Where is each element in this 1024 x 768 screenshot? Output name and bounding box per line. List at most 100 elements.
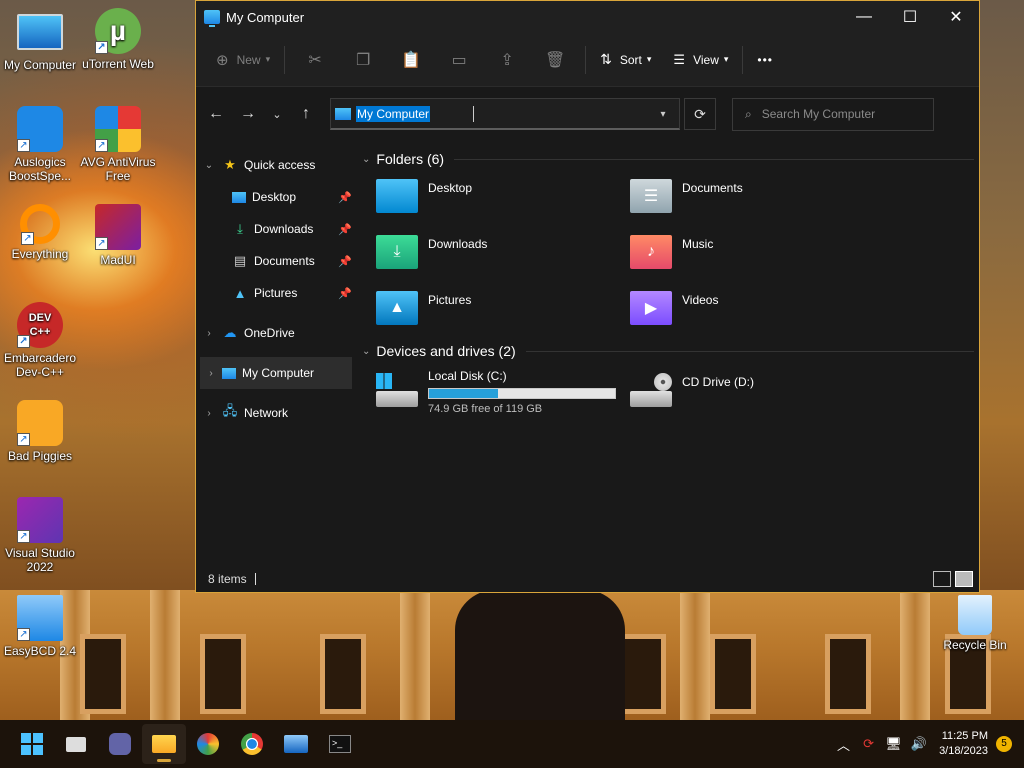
drive-name: Local Disk (C:)	[428, 369, 507, 383]
copy-button[interactable]: ❐	[339, 42, 387, 78]
clock-date: 3/18/2023	[939, 745, 988, 757]
folder-pictures[interactable]: ▲ Pictures	[376, 291, 630, 329]
file-explorer-window[interactable]: My Computer — ☐ ✕ ⊕ New ▾ ✂ ❐ 📋 ▭ ⇪ 🗑 ⇅ …	[195, 0, 980, 593]
desktop-icon-label: Embarcadero Dev-C++	[3, 351, 77, 379]
more-options-button[interactable]: •••	[749, 42, 781, 78]
file-explorer-taskbar-button[interactable]	[142, 724, 186, 764]
folder-downloads[interactable]: ⤓ Downloads	[376, 235, 630, 273]
close-button[interactable]: ✕	[933, 2, 979, 32]
desktop-icon-madui[interactable]: ↗ MadUI	[78, 204, 158, 267]
task-view-icon	[66, 736, 86, 752]
drives-grid: Local Disk (C:) 74.9 GB free of 119 GB C…	[376, 369, 979, 417]
refresh-button[interactable]: ⟳	[684, 98, 716, 130]
drives-section-header[interactable]: ⌄ Devices and drives (2)	[362, 339, 974, 363]
clock[interactable]: 11:25 PM 3/18/2023	[939, 729, 988, 759]
folder-desktop[interactable]: Desktop	[376, 179, 630, 217]
network-status-icon[interactable]: 🖥	[881, 736, 906, 752]
nav-label: Pictures	[254, 286, 298, 300]
section-title: Devices and drives (2)	[376, 343, 516, 359]
folder-videos[interactable]: ▶ Videos	[630, 291, 884, 329]
paint-taskbar-button[interactable]	[186, 724, 230, 764]
desktop-icon	[232, 191, 246, 203]
paste-button[interactable]: 📋	[387, 42, 435, 78]
title-bar[interactable]: My Computer — ☐ ✕	[196, 1, 979, 33]
details-view-button[interactable]	[933, 571, 951, 587]
desktop-icon-recycle-bin[interactable]: Recycle Bin	[935, 595, 1015, 652]
nav-quick-access[interactable]: ⌄ ★ Quick access	[196, 149, 356, 181]
drive-free-space: 74.9 GB free of 119 GB	[428, 403, 543, 415]
system-tray: ︿ ⟳ 🖥 🔊 11:25 PM 3/18/2023 5	[831, 720, 1024, 768]
address-bar[interactable]: My Computer ▾	[330, 98, 680, 130]
nav-item-pictures[interactable]: ▲ Pictures 📌	[196, 277, 356, 309]
devcpp-icon: DEV C++ ↗	[17, 302, 63, 348]
folder-music[interactable]: ♪ Music	[630, 235, 884, 273]
sort-icon: ⇅	[600, 51, 612, 67]
chrome-taskbar-button[interactable]	[230, 724, 274, 764]
delete-button[interactable]: 🗑	[531, 42, 579, 78]
shortcut-arrow-icon: ↗	[21, 232, 34, 245]
nav-item-desktop[interactable]: Desktop 📌	[196, 181, 356, 213]
view-label: View	[693, 52, 719, 67]
desktop-icon-auslogics[interactable]: ↗ Auslogics BoostSpe...	[0, 106, 80, 183]
show-hidden-icons-button[interactable]: ︿	[831, 735, 856, 754]
arrow-up-icon: ↑	[302, 105, 310, 122]
nav-network[interactable]: › 🖧 Network	[196, 397, 356, 429]
search-box[interactable]: ⌕ Search My Computer	[732, 97, 934, 131]
forward-button[interactable]: →	[232, 99, 264, 129]
chevron-down-icon: ⌄	[272, 108, 282, 121]
computer-icon	[335, 107, 351, 120]
terminal-taskbar-button[interactable]: >_	[318, 724, 362, 764]
window-title: My Computer	[226, 9, 305, 25]
desktop-icon-utorrent[interactable]: µ ↗ uTorrent Web	[78, 8, 158, 71]
view-button[interactable]: ☰ View ▾	[665, 42, 736, 78]
rename-button[interactable]: ▭	[435, 42, 483, 78]
address-history-button[interactable]: ▾	[647, 99, 679, 129]
recent-locations-button[interactable]: ⌄	[264, 99, 290, 129]
nav-item-downloads[interactable]: ⤓ Downloads 📌	[196, 213, 356, 245]
paste-icon: 📋	[401, 51, 422, 69]
desktop-icon-easybcd[interactable]: ↗ EasyBCD 2.4	[0, 595, 80, 658]
sort-button[interactable]: ⇅ Sort ▾	[592, 42, 659, 78]
nav-my-computer[interactable]: › My Computer	[200, 357, 352, 389]
notification-badge[interactable]: 5	[996, 736, 1012, 752]
address-text[interactable]: My Computer	[356, 105, 431, 122]
desktop-icon-label: Auslogics BoostSpe...	[8, 155, 72, 183]
share-button[interactable]: ⇪	[483, 42, 531, 78]
desktop-icon-devcpp[interactable]: DEV C++ ↗ Embarcadero Dev-C++	[0, 302, 80, 379]
section-divider	[525, 350, 974, 352]
up-button[interactable]: ↑	[290, 99, 322, 129]
desktop-icon-label: EasyBCD 2.4	[3, 644, 77, 658]
cloud-icon: ☁	[223, 325, 237, 340]
arrow-right-icon: →	[240, 105, 256, 122]
desktop-icon-avg[interactable]: ↗ AVG AntiVirus Free	[78, 106, 158, 183]
desktop-icon-bad-piggies[interactable]: ↗ Bad Piggies	[0, 400, 80, 463]
new-button[interactable]: ⊕ New ▾	[208, 42, 278, 78]
file-explorer-icon	[152, 735, 176, 753]
task-view-button[interactable]	[54, 724, 98, 764]
desktop-icon-visual-studio[interactable]: ↗ Visual Studio 2022	[0, 497, 80, 574]
sync-icon[interactable]: ⟳	[856, 736, 881, 752]
pin-icon: 📌	[338, 255, 352, 268]
start-button[interactable]	[10, 724, 54, 764]
folder-documents[interactable]: ☰ Documents	[630, 179, 884, 217]
back-button[interactable]: ←	[200, 99, 232, 129]
cd-drive-icon	[630, 373, 672, 407]
folders-section-header[interactable]: ⌄ Folders (6)	[362, 147, 974, 171]
auslogics-icon: ↗	[17, 106, 63, 152]
section-divider	[454, 158, 974, 160]
desktop-icon-my-computer[interactable]: My Computer	[0, 8, 80, 72]
nav-onedrive[interactable]: › ☁ OneDrive	[196, 317, 356, 349]
nav-label: Downloads	[254, 222, 314, 236]
nav-item-documents[interactable]: ▤ Documents 📌	[196, 245, 356, 277]
visual-studio-icon: ↗	[17, 497, 63, 543]
drive-c[interactable]: Local Disk (C:) 74.9 GB free of 119 GB	[376, 369, 630, 417]
cut-button[interactable]: ✂	[291, 42, 339, 78]
large-icons-view-button[interactable]	[955, 571, 973, 587]
minimize-button[interactable]: —	[841, 2, 887, 32]
drive-d[interactable]: CD Drive (D:)	[630, 369, 884, 417]
desktop-icon-everything[interactable]: ↗ Everything	[0, 204, 80, 261]
volume-icon[interactable]: 🔊	[906, 736, 931, 752]
maximize-button[interactable]: ☐	[887, 2, 933, 32]
chat-button[interactable]	[98, 724, 142, 764]
photos-taskbar-button[interactable]	[274, 724, 318, 764]
